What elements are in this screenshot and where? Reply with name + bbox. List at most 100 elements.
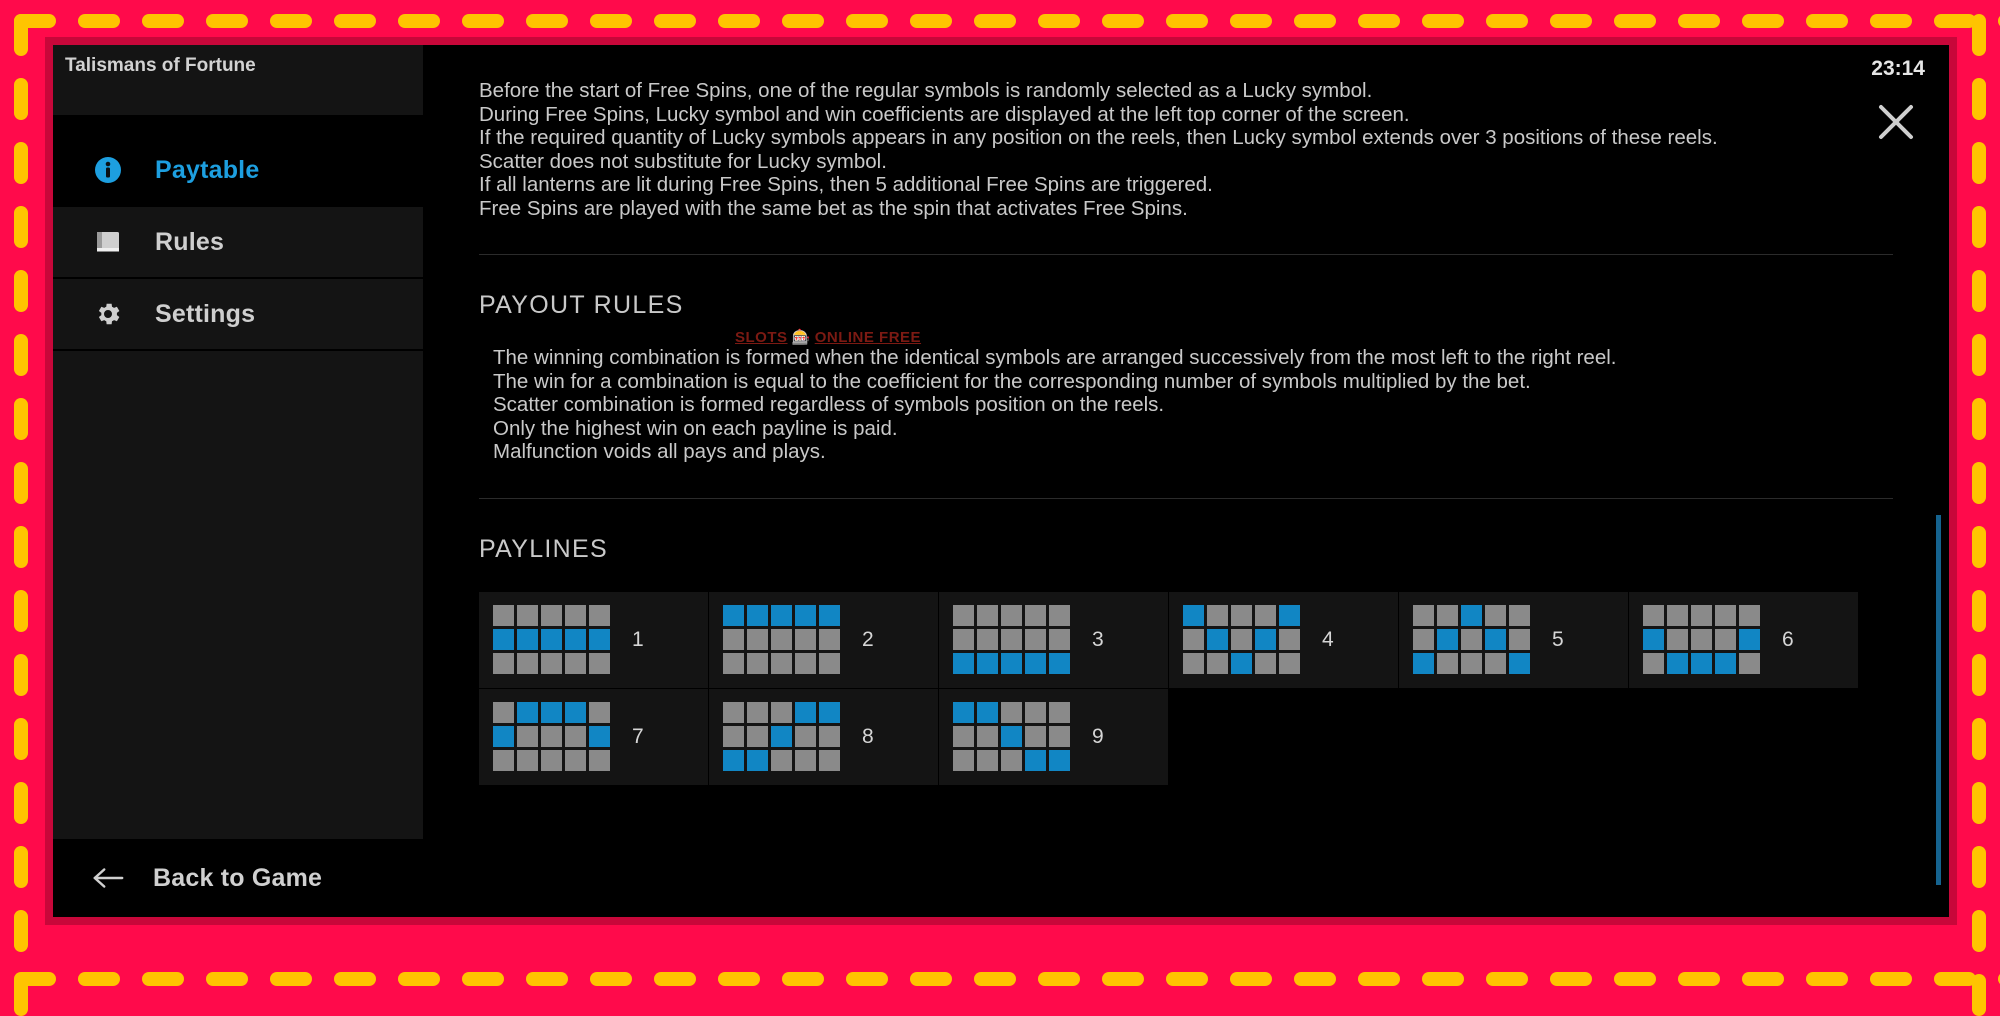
payout-rule-line: Only the highest win on each payline is … (493, 417, 1893, 441)
payline-tile (1025, 605, 1046, 626)
frame-dash (1550, 972, 1592, 986)
payline-tile (819, 726, 840, 747)
payline-cell-empty (1629, 689, 1859, 786)
payline-tile (1231, 605, 1252, 626)
sidebar-item-label: Settings (155, 300, 255, 329)
main-content: Before the start of Free Spins, one of t… (423, 45, 1949, 917)
intro-line: During Free Spins, Lucky symbol and win … (479, 103, 1893, 127)
frame-dash (1972, 526, 1986, 568)
frame-dash (14, 654, 28, 696)
intro-line: If all lanterns are lit during Free Spin… (479, 173, 1893, 197)
frame-dash (1678, 14, 1720, 28)
payline-cell: 1 (479, 592, 709, 689)
payline-cell: 3 (939, 592, 1169, 689)
payline-cell: 4 (1169, 592, 1399, 689)
frame-dash (974, 14, 1016, 28)
frame-dashes-left (14, 0, 28, 1000)
frame-dash (334, 14, 376, 28)
scrollbar-thumb[interactable] (1936, 515, 1941, 885)
payout-rule-line: Malfunction voids all pays and plays. (493, 440, 1893, 464)
payline-tile (1461, 629, 1482, 650)
payline-tile (795, 702, 816, 723)
sidebar: Talismans of Fortune Paytable (53, 45, 423, 917)
payline-tile (1001, 726, 1022, 747)
payline-number: 1 (632, 628, 644, 652)
payline-tile (1739, 629, 1760, 650)
payout-rules-heading: PAYOUT RULES (479, 291, 1893, 320)
sidebar-item-label: Rules (155, 228, 224, 257)
frame-dash (1486, 14, 1528, 28)
payline-tile (819, 702, 840, 723)
payline-cell: 8 (709, 689, 939, 786)
frame-dash (1972, 334, 1986, 376)
payline-tile (1279, 605, 1300, 626)
frame-dash (1486, 972, 1528, 986)
frame-dash (974, 972, 1016, 986)
payline-tile (1643, 653, 1664, 674)
payline-tile (977, 653, 998, 674)
payline-tile (795, 653, 816, 674)
frame-dashes-bottom (0, 972, 2000, 986)
frame-dashes-right (1972, 0, 1986, 1000)
frame-dash (14, 974, 28, 1016)
payline-tile (1413, 653, 1434, 674)
payline-tile (565, 750, 586, 771)
sidebar-item-paytable[interactable]: Paytable (53, 135, 423, 205)
payline-tile (589, 726, 610, 747)
payline-tile (541, 605, 562, 626)
frame-dash (1972, 718, 1986, 760)
payline-tile (517, 629, 538, 650)
payline-tile (977, 605, 998, 626)
payline-tile (1255, 629, 1276, 650)
payline-tile (1667, 629, 1688, 650)
payline-tile (541, 750, 562, 771)
payline-tile (1739, 605, 1760, 626)
sidebar-spacer (53, 351, 423, 839)
payline-pattern (493, 605, 610, 674)
sidebar-item-settings[interactable]: Settings (53, 279, 423, 349)
frame-dashes-top (0, 14, 2000, 28)
payline-tile (723, 629, 744, 650)
payline-tile (541, 629, 562, 650)
payline-tile (747, 750, 768, 771)
payline-cell: 9 (939, 689, 1169, 786)
frame-dash (1294, 14, 1336, 28)
frame-dash (1358, 14, 1400, 28)
payline-tile (565, 629, 586, 650)
payline-number: 3 (1092, 628, 1104, 652)
back-to-game-button[interactable]: Back to Game (53, 839, 423, 917)
sidebar-item-rules[interactable]: Rules (53, 207, 423, 277)
frame-dash (14, 526, 28, 568)
scrollbar[interactable] (1936, 515, 1941, 885)
intro-line: Scatter does not substitute for Lucky sy… (479, 150, 1893, 174)
frame-dash (1550, 14, 1592, 28)
payline-tile (723, 653, 744, 674)
paylines-heading: PAYLINES (479, 535, 1893, 564)
payline-cell-empty (1399, 689, 1629, 786)
payline-pattern (493, 702, 610, 771)
payline-tile (1025, 702, 1046, 723)
payline-tile (493, 702, 514, 723)
frame-dash (718, 972, 760, 986)
frame-dash (270, 972, 312, 986)
frame-dash (718, 14, 760, 28)
payline-tile (493, 726, 514, 747)
payline-tile (819, 605, 840, 626)
payline-tile (541, 702, 562, 723)
frame-dash (1358, 972, 1400, 986)
payline-number: 8 (862, 725, 874, 749)
frame-dash (1422, 14, 1464, 28)
payline-tile (1001, 605, 1022, 626)
close-icon[interactable] (1871, 97, 1921, 147)
sidebar-item-label: Paytable (155, 156, 259, 185)
payline-tile (589, 702, 610, 723)
frame-dash (1972, 398, 1986, 440)
payline-tile (1025, 726, 1046, 747)
payline-tile (747, 629, 768, 650)
payline-tile (1049, 726, 1070, 747)
payline-tile (953, 726, 974, 747)
frame-dash (1972, 910, 1986, 952)
frame-dash (1972, 142, 1986, 184)
frame-dash (334, 972, 376, 986)
payline-tile (589, 750, 610, 771)
